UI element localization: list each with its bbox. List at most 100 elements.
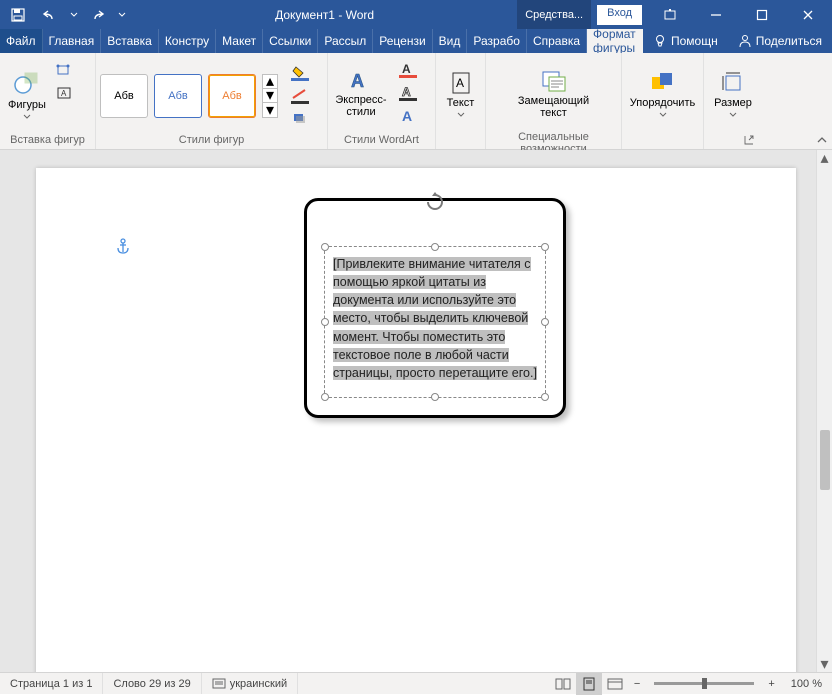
tab-review[interactable]: Рецензи bbox=[373, 29, 432, 53]
zoom-out-button[interactable]: − bbox=[628, 678, 646, 690]
tab-design[interactable]: Констру bbox=[159, 29, 216, 53]
tab-home[interactable]: Главная bbox=[43, 29, 102, 53]
drawing-tools-tab[interactable]: Средства... bbox=[517, 0, 591, 29]
alt-text-button[interactable]: Замещающий текст bbox=[514, 59, 594, 129]
document-canvas[interactable]: [Привлеките внимание читателя с помощью … bbox=[0, 150, 816, 672]
redo-button[interactable] bbox=[84, 2, 112, 27]
zoom-knob[interactable] bbox=[702, 678, 707, 689]
group-label-wordart: Стили WordArt bbox=[332, 132, 431, 149]
svg-text:A: A bbox=[61, 89, 67, 98]
svg-text:A: A bbox=[456, 76, 464, 90]
selected-text[interactable]: [Привлеките внимание читателя с помощью … bbox=[333, 257, 537, 380]
size-launcher[interactable] bbox=[742, 133, 756, 147]
size-button[interactable]: Размер bbox=[708, 59, 758, 129]
text-fill-button[interactable]: A bbox=[392, 59, 424, 81]
vertical-scrollbar[interactable]: ▴ ▾ bbox=[816, 150, 832, 672]
tab-shape-format[interactable]: Формат фигуры bbox=[587, 29, 643, 53]
print-layout-button[interactable] bbox=[576, 673, 602, 695]
shapes-icon bbox=[13, 69, 41, 97]
minimize-button[interactable] bbox=[694, 0, 738, 29]
textbox-text[interactable]: [Привлеките внимание читателя с помощью … bbox=[333, 255, 537, 389]
handle-r[interactable] bbox=[541, 318, 549, 326]
svg-text:A: A bbox=[351, 71, 364, 91]
scroll-thumb[interactable] bbox=[820, 430, 830, 490]
tab-developer[interactable]: Разрабо bbox=[467, 29, 527, 53]
edit-shape-button[interactable] bbox=[52, 59, 76, 81]
text-effects-button[interactable]: A bbox=[392, 105, 424, 127]
shape-style-1[interactable]: Абв bbox=[100, 74, 148, 118]
share-label: Поделиться bbox=[756, 34, 822, 48]
effects-icon bbox=[291, 111, 309, 127]
page[interactable]: [Привлеките внимание читателя с помощью … bbox=[36, 168, 796, 672]
undo-dropdown[interactable] bbox=[68, 2, 80, 27]
rounded-rect-shape[interactable]: [Привлеките внимание читателя с помощью … bbox=[304, 198, 566, 418]
svg-text:A: A bbox=[402, 108, 412, 124]
tab-help[interactable]: Справка bbox=[527, 29, 587, 53]
text-direction-button[interactable]: A Текст bbox=[440, 59, 481, 129]
shape-effects-button[interactable] bbox=[284, 108, 316, 130]
arrange-button[interactable]: Упорядочить bbox=[626, 59, 699, 129]
group-label-shape-styles: Стили фигур bbox=[100, 132, 323, 149]
person-icon bbox=[738, 34, 752, 48]
handle-tr[interactable] bbox=[541, 243, 549, 251]
shape-fill-button[interactable] bbox=[284, 62, 316, 84]
share-button[interactable]: Поделиться bbox=[728, 29, 832, 53]
tab-mailings[interactable]: Рассыл bbox=[318, 29, 373, 53]
word-count[interactable]: Слово 29 из 29 bbox=[103, 673, 201, 694]
outline-icon bbox=[291, 88, 309, 104]
close-button[interactable] bbox=[786, 0, 830, 29]
shape-style-more[interactable]: ▴▾▾ bbox=[262, 74, 278, 118]
group-size: Размер bbox=[704, 53, 762, 149]
document-title: Документ1 - Word bbox=[132, 8, 517, 22]
tab-references[interactable]: Ссылки bbox=[263, 29, 318, 53]
read-mode-button[interactable] bbox=[550, 673, 576, 695]
text-box-button[interactable]: A bbox=[52, 82, 76, 104]
qat-customize[interactable] bbox=[116, 2, 128, 27]
shapes-gallery-button[interactable]: Фигуры bbox=[4, 59, 50, 129]
handle-tl[interactable] bbox=[321, 243, 329, 251]
scroll-down-button[interactable]: ▾ bbox=[817, 656, 832, 672]
handle-t[interactable] bbox=[431, 243, 439, 251]
sign-in-button[interactable]: Вход bbox=[597, 5, 642, 25]
ribbon-tabs: Файл Главная Вставка Констру Макет Ссылк… bbox=[0, 29, 832, 53]
web-layout-button[interactable] bbox=[602, 673, 628, 695]
tell-me-button[interactable]: Помощн bbox=[643, 29, 728, 53]
zoom-slider[interactable] bbox=[654, 682, 754, 685]
quick-styles-label: Экспресс-стили bbox=[334, 94, 388, 118]
page-count[interactable]: Страница 1 из 1 bbox=[0, 673, 103, 694]
zoom-in-button[interactable]: + bbox=[762, 678, 780, 690]
group-shape-styles: Абв Абв Абв ▴▾▾ Стили фигур bbox=[96, 53, 328, 149]
text-direction-icon: A bbox=[450, 71, 472, 95]
tab-layout[interactable]: Макет bbox=[216, 29, 263, 53]
title-right-controls: Средства... Вход bbox=[517, 0, 832, 29]
save-button[interactable] bbox=[4, 2, 32, 27]
ribbon-options-button[interactable] bbox=[648, 0, 692, 29]
text-outline-button[interactable]: A bbox=[392, 82, 424, 104]
scroll-up-button[interactable]: ▴ bbox=[817, 150, 832, 166]
quick-styles-button[interactable]: A Экспресс-стили bbox=[332, 59, 390, 129]
group-arrange: Упорядочить bbox=[622, 53, 704, 149]
shape-outline-button[interactable] bbox=[284, 85, 316, 107]
shape-style-3[interactable]: Абв bbox=[208, 74, 256, 118]
textbox-icon: A bbox=[56, 85, 72, 101]
rotate-handle[interactable] bbox=[425, 192, 445, 212]
tab-insert[interactable]: Вставка bbox=[101, 29, 159, 53]
text-effects-icon: A bbox=[399, 108, 417, 124]
tab-file[interactable]: Файл bbox=[0, 29, 43, 53]
group-accessibility: Замещающий текст Специальные возможности bbox=[486, 53, 622, 149]
tab-view[interactable]: Вид bbox=[433, 29, 468, 53]
handle-l[interactable] bbox=[321, 318, 329, 326]
maximize-button[interactable] bbox=[740, 0, 784, 29]
quick-access-toolbar bbox=[0, 2, 132, 27]
size-label: Размер bbox=[714, 97, 752, 109]
inner-textbox[interactable]: [Привлеките внимание читателя с помощью … bbox=[324, 246, 546, 398]
collapse-ribbon-button[interactable] bbox=[816, 135, 828, 147]
handle-bl[interactable] bbox=[321, 393, 329, 401]
undo-button[interactable] bbox=[36, 2, 64, 27]
group-label-insert-shapes: Вставка фигур bbox=[4, 132, 91, 149]
shape-style-2[interactable]: Абв bbox=[154, 74, 202, 118]
handle-br[interactable] bbox=[541, 393, 549, 401]
zoom-level[interactable]: 100 % bbox=[781, 673, 832, 694]
handle-b[interactable] bbox=[431, 393, 439, 401]
language-indicator[interactable]: украинский bbox=[202, 673, 298, 694]
